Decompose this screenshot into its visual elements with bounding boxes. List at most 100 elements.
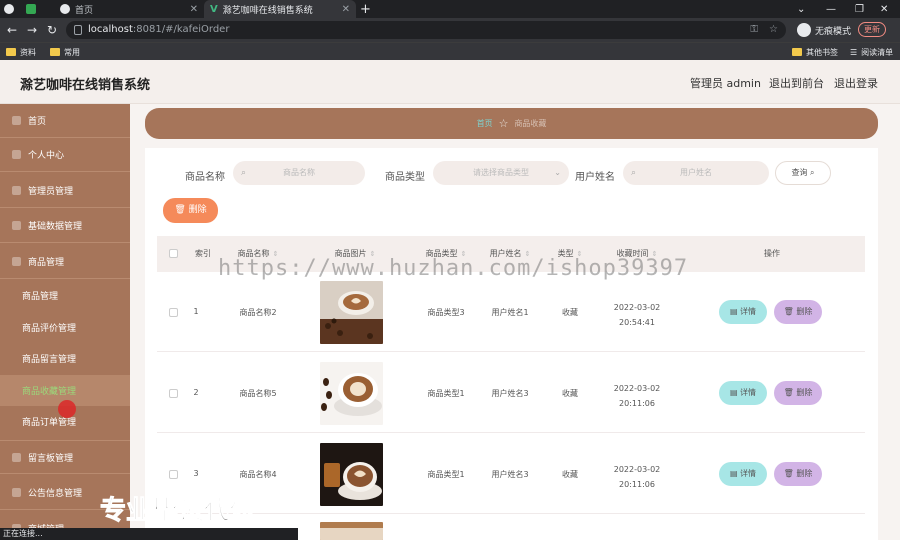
search-icon: ⌕ bbox=[241, 168, 247, 178]
cell-name: 商品名称4 bbox=[239, 470, 277, 479]
notice-icon bbox=[12, 488, 21, 497]
star-icon: ☆ bbox=[498, 117, 509, 130]
cell-name: 商品名称5 bbox=[239, 389, 277, 398]
sidebar-item-label: 基础数据管理 bbox=[28, 222, 83, 232]
cell-clock: 20:11:06 bbox=[619, 480, 655, 489]
table-row: 3 商品名称4 商品类型1 用户姓名3 收藏 2022-03-02 20:11:… bbox=[157, 434, 865, 514]
row-checkbox[interactable] bbox=[169, 389, 178, 398]
goods-icon bbox=[12, 257, 21, 266]
delete-button[interactable]: 🗑 删除 bbox=[774, 462, 822, 486]
folder-icon bbox=[6, 48, 16, 56]
query-button[interactable]: 查询 ⌕ bbox=[775, 161, 831, 185]
sidebar-item-base-data[interactable]: 基础数据管理 bbox=[0, 209, 130, 243]
detail-button[interactable]: ▤ 详情 bbox=[719, 381, 767, 405]
filter-name-label: 商品名称 bbox=[185, 172, 225, 183]
close-icon[interactable]: ✕ bbox=[342, 4, 350, 15]
cell-clock: 20:11:06 bbox=[619, 399, 655, 408]
select-all-checkbox[interactable] bbox=[169, 249, 178, 258]
star-icon[interactable]: ☆ bbox=[769, 21, 778, 39]
sidebar-item-label: 留言板管理 bbox=[28, 453, 74, 464]
chevron-down-icon: ⌄ bbox=[554, 168, 561, 177]
trash-icon: 🗑 bbox=[174, 205, 186, 215]
filter-user-input[interactable]: ⌕ 用户姓名 bbox=[623, 161, 769, 185]
sidebar-item-board[interactable]: 留言板管理 bbox=[0, 440, 130, 474]
delete-label: 删除 bbox=[796, 388, 813, 397]
url-input[interactable]: localhost:8081/#/kafeiOrder ⚿ ☆ bbox=[66, 21, 786, 39]
cell-date: 2022-03-02 bbox=[613, 384, 661, 393]
app-title: 滁艺咖啡在线销售系统 bbox=[20, 78, 151, 93]
logout-link[interactable]: 退出登录 bbox=[834, 75, 878, 91]
tab-2[interactable] bbox=[26, 0, 48, 18]
sidebar-item-home[interactable]: 首页 bbox=[0, 104, 130, 138]
product-image bbox=[320, 281, 383, 344]
bookmark-label: 阅读清单 bbox=[861, 47, 894, 57]
cell-kind: 收藏 bbox=[562, 389, 578, 398]
detail-label: 详情 bbox=[740, 388, 757, 397]
url-path: :8081/#/kafeiOrder bbox=[132, 24, 230, 35]
sidebar-item-admins[interactable]: 管理员管理 bbox=[0, 174, 130, 208]
sidebar-sub-messages[interactable]: 商品留言管理 bbox=[0, 343, 130, 374]
tab-search-icon[interactable]: ⌄ bbox=[797, 0, 805, 18]
cell-name: 商品名称2 bbox=[239, 308, 277, 317]
cell-time: 2022-03-02 20:11:06 bbox=[597, 381, 677, 411]
batch-delete-label: 删除 bbox=[188, 205, 207, 215]
batch-delete-button[interactable]: 🗑 删除 bbox=[163, 198, 218, 223]
detail-button[interactable]: ▤ 详情 bbox=[719, 300, 767, 324]
tab-favicon-chrome[interactable] bbox=[4, 0, 20, 18]
board-icon bbox=[12, 452, 21, 462]
close-window-icon[interactable]: ✕ bbox=[880, 0, 888, 18]
watermark-text: https://www.huzhan.com/ishop39397 bbox=[218, 256, 689, 281]
back-to-front-link[interactable]: 退出到前台 bbox=[769, 75, 824, 91]
cell-date: 2022-03-02 bbox=[613, 465, 661, 474]
cell-date: 2022-03-02 bbox=[613, 303, 661, 312]
filter-user-label: 用户姓名 bbox=[575, 172, 615, 183]
user-icon bbox=[12, 150, 21, 159]
product-image bbox=[320, 522, 383, 540]
bookmarks-bar: 资料 常用 其他书签 ☰ 阅读清单 bbox=[0, 42, 900, 60]
tab-label: 首页 bbox=[75, 5, 94, 16]
filter-name-input[interactable]: ⌕ 商品名称 bbox=[233, 161, 365, 185]
app-header: 滁艺咖啡在线销售系统 管理员 admin 退出到前台 退出登录 bbox=[0, 60, 900, 104]
promo-text: 专业毕设代做 bbox=[99, 496, 257, 527]
tab-active[interactable]: V 滁艺咖啡在线销售系统 ✕ bbox=[204, 0, 356, 18]
back-icon[interactable]: ← bbox=[4, 22, 20, 38]
update-button[interactable]: 更新 bbox=[858, 22, 886, 37]
delete-button[interactable]: 🗑 删除 bbox=[774, 381, 822, 405]
close-icon[interactable]: ✕ bbox=[190, 4, 198, 15]
sidebar-sub-goods[interactable]: 商品管理 bbox=[0, 280, 130, 311]
sidebar-item-label: 公告信息管理 bbox=[28, 489, 83, 499]
cell-time: 2022-03-02 20:11:06 bbox=[597, 462, 677, 492]
incognito-indicator[interactable]: 无痕模式 bbox=[797, 21, 851, 39]
bookmark-folder[interactable]: 资料 bbox=[6, 45, 36, 59]
reading-list-icon: ☰ bbox=[850, 47, 858, 57]
trash-icon: 🗑 bbox=[783, 469, 797, 478]
maximize-icon[interactable]: ❐ bbox=[855, 0, 864, 18]
key-icon[interactable]: ⚿ bbox=[750, 21, 758, 39]
cell-kind: 收藏 bbox=[562, 308, 578, 317]
data-icon bbox=[12, 221, 21, 230]
sidebar-sub-reviews[interactable]: 商品评价管理 bbox=[0, 312, 130, 343]
cell-kind: 收藏 bbox=[562, 470, 578, 479]
cell-user: 用户姓名3 bbox=[491, 389, 529, 398]
minimize-icon[interactable]: — bbox=[826, 0, 836, 18]
row-checkbox[interactable] bbox=[169, 470, 178, 479]
bookmark-folder[interactable]: 常用 bbox=[50, 45, 80, 59]
tab-home[interactable]: 首页 ✕ bbox=[54, 0, 204, 18]
info-icon bbox=[74, 25, 82, 35]
bookmark-label: 其他书签 bbox=[806, 47, 838, 57]
breadcrumb-home[interactable]: 首页 bbox=[477, 118, 493, 129]
cell-index: 1 bbox=[193, 307, 199, 316]
new-tab-button[interactable]: + bbox=[360, 0, 374, 18]
filter-type-select[interactable]: 请选择商品类型 ⌄ bbox=[433, 161, 569, 185]
detail-button[interactable]: ▤ 详情 bbox=[719, 462, 767, 486]
reading-list[interactable]: ☰ 阅读清单 bbox=[850, 45, 893, 59]
sidebar-item-profile[interactable]: 个人中心 bbox=[0, 138, 130, 172]
forward-icon[interactable]: → bbox=[24, 22, 40, 38]
delete-button[interactable]: 🗑 删除 bbox=[774, 300, 822, 324]
bookmark-folder[interactable]: 其他书签 bbox=[792, 45, 838, 59]
breadcrumb-current: 商品收藏 bbox=[514, 119, 547, 128]
sidebar-item-goods[interactable]: 商品管理 bbox=[0, 245, 130, 279]
reload-icon[interactable]: ↻ bbox=[44, 22, 60, 38]
doc-icon: ▤ bbox=[729, 469, 741, 478]
row-checkbox[interactable] bbox=[169, 308, 178, 317]
